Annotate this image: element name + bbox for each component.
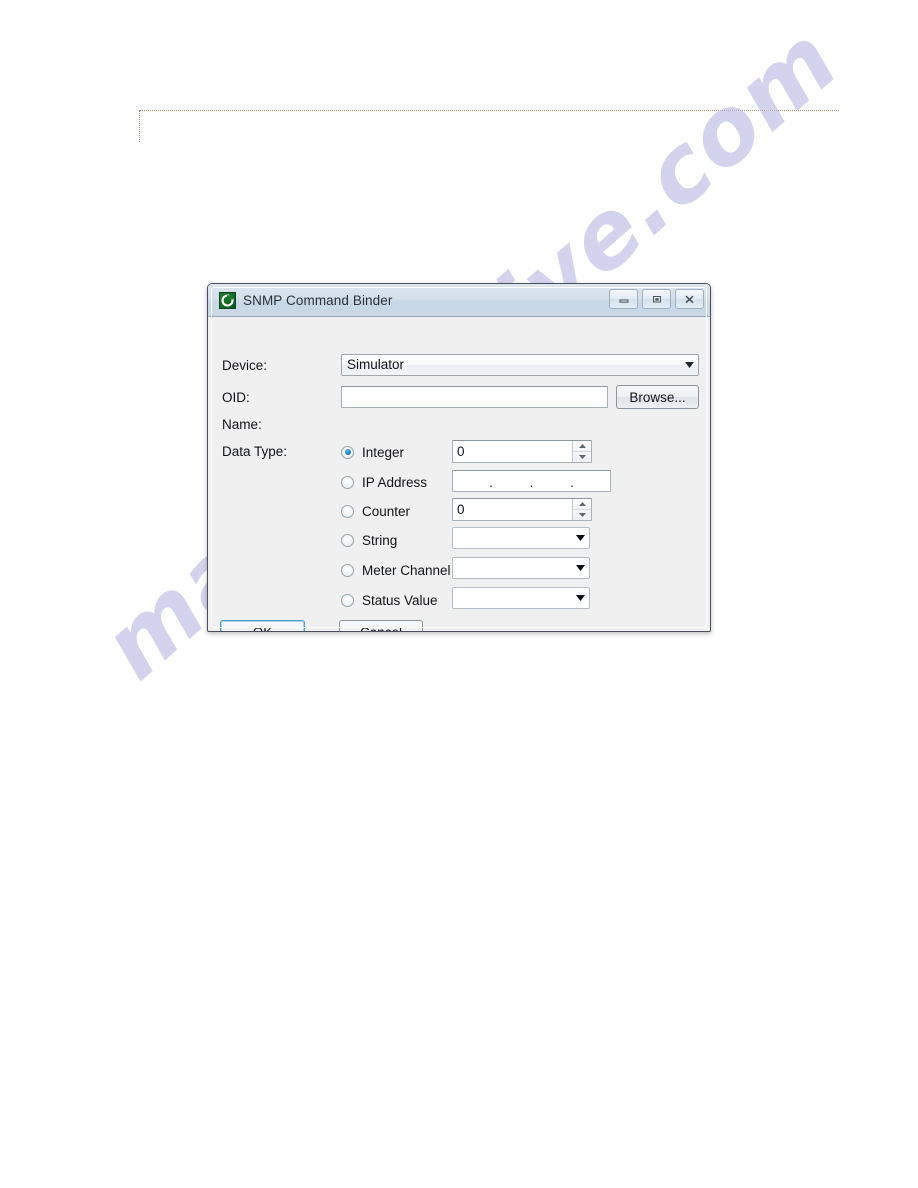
integer-spinner-value: 0 — [457, 444, 465, 459]
snmp-command-binder-dialog: SNMP Command Binder Device: Simulator OI… — [207, 283, 711, 632]
device-combobox[interactable]: Simulator — [341, 354, 699, 376]
minimize-button[interactable] — [609, 289, 638, 309]
chevron-down-icon — [572, 565, 589, 571]
counter-spinner[interactable]: 0 — [452, 498, 592, 521]
device-combobox-value: Simulator — [347, 357, 405, 372]
restore-button[interactable] — [642, 289, 671, 309]
ok-button[interactable]: OK — [220, 620, 305, 631]
radio-status-value-label: Status Value — [362, 592, 438, 608]
counter-spinner-value: 0 — [457, 502, 465, 517]
radio-counter[interactable] — [341, 504, 354, 518]
radio-ip-address[interactable] — [341, 475, 354, 489]
radio-meter-channel-label: Meter Channel — [362, 562, 451, 578]
radio-row-string[interactable]: String — [341, 531, 397, 549]
radio-row-status-value[interactable]: Status Value — [341, 591, 438, 609]
chevron-down-icon — [681, 362, 698, 368]
name-label: Name: — [222, 417, 262, 432]
radio-row-ip-address[interactable]: IP Address — [341, 473, 427, 491]
integer-spinner[interactable]: 0 — [452, 440, 592, 463]
chevron-down-icon — [572, 535, 589, 541]
counter-spinner-buttons[interactable] — [572, 499, 591, 520]
chevron-down-icon — [572, 595, 589, 601]
title-bar[interactable]: SNMP Command Binder — [208, 284, 710, 317]
spinner-up-icon[interactable] — [573, 499, 591, 510]
radio-meter-channel[interactable] — [341, 563, 354, 577]
radio-counter-label: Counter — [362, 503, 411, 519]
app-logo-icon — [219, 291, 236, 309]
integer-spinner-buttons[interactable] — [572, 441, 591, 462]
status-value-combobox[interactable] — [452, 587, 590, 609]
cancel-button[interactable]: Cancel — [339, 620, 423, 631]
meter-channel-combobox[interactable] — [452, 557, 590, 579]
page-header-rule — [139, 110, 839, 142]
radio-integer[interactable] — [341, 445, 354, 459]
spinner-down-icon[interactable] — [573, 510, 591, 520]
radio-status-value[interactable] — [341, 593, 354, 607]
window-title: SNMP Command Binder — [243, 292, 393, 308]
data-type-label: Data Type: — [222, 444, 288, 459]
device-label: Device: — [222, 358, 268, 373]
caption-buttons — [609, 289, 704, 309]
ip-separator-1: . — [489, 474, 493, 490]
oid-label: OID: — [222, 390, 250, 405]
radio-string[interactable] — [341, 533, 354, 547]
ip-separator-3: . — [570, 474, 574, 490]
radio-row-integer[interactable]: Integer — [341, 443, 404, 461]
ip-address-input[interactable]: . . . — [452, 470, 611, 492]
radio-integer-label: Integer — [362, 444, 405, 460]
spinner-down-icon[interactable] — [573, 452, 591, 462]
ip-separator-2: . — [529, 474, 534, 490]
browse-button[interactable]: Browse... — [616, 385, 699, 409]
radio-ip-address-label: IP Address — [362, 474, 428, 490]
radio-row-meter-channel[interactable]: Meter Channel — [341, 561, 451, 579]
string-combobox[interactable] — [452, 527, 590, 549]
close-button[interactable] — [675, 289, 704, 309]
dialog-body: Device: Simulator OID: Browse... Name: D… — [208, 317, 710, 631]
oid-input[interactable] — [341, 386, 608, 408]
radio-row-counter[interactable]: Counter — [341, 502, 410, 520]
spinner-up-icon[interactable] — [573, 441, 591, 452]
radio-string-label: String — [362, 532, 398, 548]
